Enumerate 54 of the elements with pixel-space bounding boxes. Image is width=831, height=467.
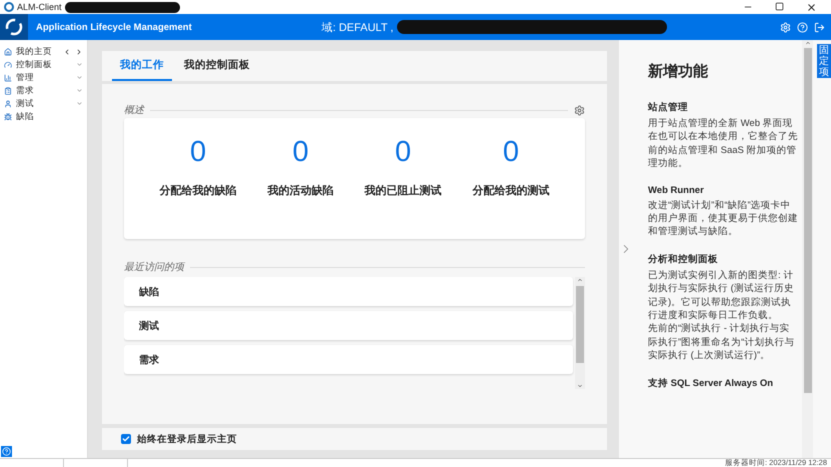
app-icon — [4, 2, 14, 12]
settings-icon[interactable] — [574, 104, 585, 116]
checkbox[interactable] — [121, 434, 132, 444]
help-icon[interactable] — [1, 446, 12, 457]
scroll-down-icon[interactable] — [577, 383, 583, 389]
sidebar-item[interactable]: 需求 — [0, 84, 88, 97]
sidebar-item[interactable]: 测试 — [0, 97, 88, 110]
tab[interactable]: 我的控制面板 — [176, 51, 258, 81]
stat-label: 分配给我的测试 — [472, 184, 550, 198]
stat-label: 分配给我的缺陷 — [160, 184, 237, 198]
domain-label: 域: DEFAULT , — [322, 20, 394, 34]
window-title: ALM-Client — [17, 2, 62, 12]
sidebar-item[interactable]: 控制面板 — [0, 58, 88, 71]
section-title: 最近访问的项 — [124, 260, 184, 274]
stat-value: 0 — [502, 136, 520, 169]
scroll-up-icon[interactable] — [804, 40, 810, 46]
pin-tab[interactable]: 固定项 — [817, 44, 831, 78]
feature-heading: 分析和控制面板 — [648, 252, 719, 266]
bar-chart-icon — [4, 74, 12, 82]
sidebar-item[interactable]: 管理 — [0, 71, 88, 84]
section-title: 概述 — [124, 104, 144, 117]
feature-heading: 支持 SQL Server Always On — [648, 376, 774, 390]
panel-title: 新增功能 — [648, 62, 709, 81]
sidebar-item[interactable]: 缺陷 — [0, 110, 88, 123]
scroll-up-icon[interactable] — [577, 277, 583, 283]
tab[interactable]: 我的工作 — [112, 51, 172, 81]
stat-value: 0 — [190, 136, 206, 169]
feature-text: 先前的“测试执行 - 计划执行与实际执行”图将重命名为“计划执行与实际执行 (上次测试运行)”。 — [648, 322, 796, 363]
stat-value: 0 — [394, 136, 412, 169]
close-icon[interactable] — [806, 2, 817, 12]
checkbox-label: 始终在登录后显示主页 — [137, 432, 238, 446]
scrollbar[interactable] — [802, 40, 813, 458]
app-title: Application Lifecycle Management — [36, 22, 192, 32]
feature-text: 用于站点管理的全新 Web 界面现在也可以在本地使用，它整合了先前的站点管理和 SaaS 附加项的管理功能。 — [648, 117, 798, 171]
help-icon[interactable] — [797, 22, 808, 32]
stat-value: 0 — [292, 136, 309, 169]
sidebar-item[interactable]: 我的主页 — [0, 45, 88, 58]
scrollbar[interactable] — [575, 277, 585, 389]
logout-icon[interactable] — [814, 22, 825, 32]
stat-label: 我的活动缺陷 — [268, 184, 334, 198]
clipboard-icon — [4, 86, 12, 94]
bug-icon — [4, 112, 12, 120]
feature-heading: 站点管理 — [648, 101, 689, 114]
gauge-icon — [4, 60, 12, 68]
user-icon — [4, 100, 12, 108]
maximize-icon[interactable] — [775, 2, 784, 10]
feature-text: 改进“测试计划”和“缺陷”选项卡中的用户界面，使其更易于供您创建和管理测试与缺陷。 — [648, 198, 798, 239]
recent-item[interactable]: 缺陷 — [124, 277, 573, 306]
feature-text: 已为测试实例引入新的图类型: 计划执行与实际执行 (测试运行历史记录)。它可以帮助您跟踪测试执行进度和实际每日工作负载。 — [648, 268, 795, 322]
feature-heading: Web Runner — [648, 184, 705, 196]
stat-label: 我的已阻止测试 — [364, 184, 442, 198]
recent-item[interactable]: 测试 — [124, 311, 573, 340]
home-icon — [4, 48, 12, 56]
recent-item[interactable]: 需求 — [124, 345, 573, 374]
